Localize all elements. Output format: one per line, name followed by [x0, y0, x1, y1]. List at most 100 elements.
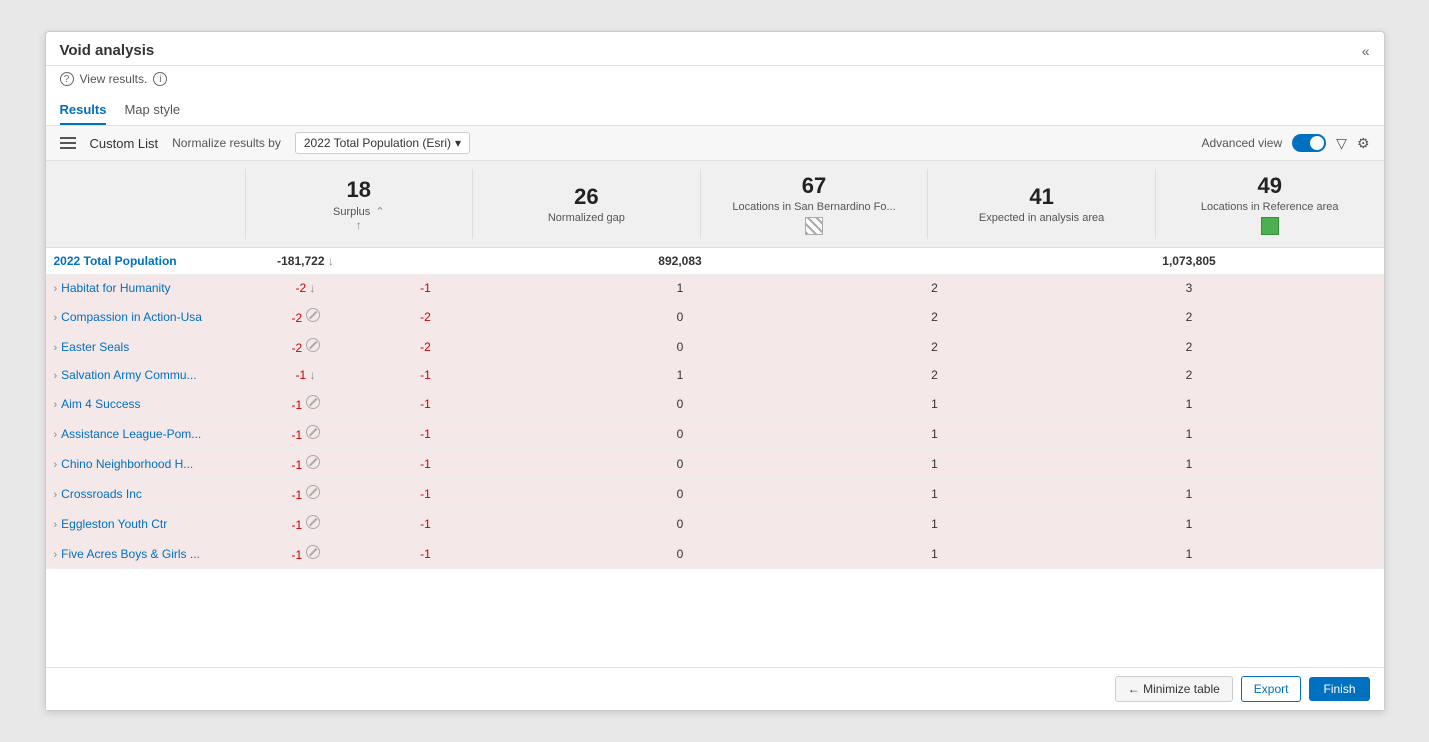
row-expected: 1 [875, 541, 995, 567]
row-norm-gap: -1 [366, 362, 486, 388]
gear-icon[interactable]: ⚙ [1357, 135, 1370, 152]
row-loc-sb: 0 [486, 391, 875, 417]
toolbar-left: Custom List Normalize results by 2022 To… [60, 132, 471, 154]
table-row: ›Aim 4 Success -1 -1 0 1 1 [46, 389, 1384, 419]
export-button[interactable]: Export [1241, 676, 1302, 702]
null-icon [306, 455, 320, 469]
row-name[interactable]: ›Compassion in Action-Usa [46, 304, 246, 330]
view-results-info-icon[interactable]: ? [60, 72, 74, 86]
null-icon [306, 395, 320, 409]
row-name[interactable]: ›Crossroads Inc [46, 481, 246, 507]
table-row: ›Chino Neighborhood H... -1 -1 0 1 1 [46, 449, 1384, 479]
tab-results[interactable]: Results [60, 98, 107, 125]
row-loc-sb: 0 [486, 334, 875, 360]
expand-icon[interactable]: › [54, 489, 58, 501]
hatch-pattern-icon [805, 217, 823, 235]
row-norm-gap: -2 [366, 304, 486, 330]
row-name[interactable]: ›Chino Neighborhood H... [46, 451, 246, 477]
null-icon [306, 308, 320, 322]
row-loc-ref: 1 [995, 451, 1384, 477]
row-loc-ref: 3 [995, 275, 1384, 301]
total-row: 2022 Total Population -181,722 ↓ 892,083… [46, 248, 1384, 275]
advanced-view-toggle[interactable] [1292, 134, 1326, 152]
view-results-label: View results. [80, 72, 148, 86]
expand-icon[interactable]: › [54, 312, 58, 324]
chevron-down-icon: ▾ [455, 136, 461, 150]
row-surplus: -1 [246, 389, 366, 418]
null-icon [306, 515, 320, 529]
expand-icon[interactable]: › [54, 399, 58, 411]
row-name[interactable]: ›Aim 4 Success [46, 391, 246, 417]
total-row-name: 2022 Total Population [46, 248, 246, 274]
row-expected: 1 [875, 391, 995, 417]
surplus-number: 18 [347, 177, 371, 203]
normalized-gap-label: Normalized gap [548, 212, 625, 224]
row-expected: 2 [875, 362, 995, 388]
finish-button[interactable]: Finish [1309, 677, 1369, 701]
row-norm-gap: -1 [366, 275, 486, 301]
expected-label: Expected in analysis area [979, 212, 1104, 224]
down-arrow-icon: ↓ [310, 368, 316, 382]
null-icon [306, 338, 320, 352]
expand-icon[interactable]: › [54, 549, 58, 561]
row-norm-gap: -1 [366, 511, 486, 537]
row-loc-ref: 1 [995, 391, 1384, 417]
row-norm-gap: -1 [366, 541, 486, 567]
total-row-locations-ref: 1,073,805 [995, 248, 1384, 274]
toolbar-right: Advanced view ▽ ⚙ [1201, 134, 1369, 152]
row-loc-sb: 0 [486, 304, 875, 330]
list-icon[interactable] [60, 137, 76, 149]
row-surplus: -1 [246, 419, 366, 448]
summary-expected-cell: 41 Expected in analysis area [928, 169, 1156, 239]
expand-icon[interactable]: › [54, 283, 58, 295]
expand-icon[interactable]: › [54, 519, 58, 531]
row-loc-sb: 1 [486, 275, 875, 301]
row-surplus: -1 ↓ [246, 362, 366, 388]
total-row-norm-gap [366, 255, 486, 267]
tab-map-style[interactable]: Map style [124, 98, 180, 125]
row-loc-sb: 1 [486, 362, 875, 388]
row-name[interactable]: ›Habitat for Humanity [46, 275, 246, 301]
surplus-label: Surplus ⌃ [333, 205, 385, 218]
total-surplus-arrow-icon: ↓ [328, 254, 334, 268]
normalize-value: 2022 Total Population (Esri) [304, 136, 451, 150]
filter-icon[interactable]: ▽ [1336, 135, 1347, 152]
total-row-surplus: -181,722 ↓ [246, 248, 366, 274]
row-norm-gap: -1 [366, 391, 486, 417]
info-icon[interactable]: i [153, 72, 167, 86]
row-expected: 2 [875, 275, 995, 301]
table-row: ›Habitat for Humanity -2 ↓ -1 1 2 3 [46, 275, 1384, 302]
table-row: ›Eggleston Youth Ctr -1 -1 0 1 1 [46, 509, 1384, 539]
row-surplus: -1 [246, 509, 366, 538]
normalize-select[interactable]: 2022 Total Population (Esri) ▾ [295, 132, 470, 154]
row-expected: 2 [875, 334, 995, 360]
row-surplus: -1 [246, 539, 366, 568]
row-loc-ref: 2 [995, 362, 1384, 388]
row-name[interactable]: ›Easter Seals [46, 334, 246, 360]
row-expected: 1 [875, 451, 995, 477]
minimize-table-button[interactable]: ← Minimize table [1115, 676, 1233, 702]
table-row: ›Compassion in Action-Usa -2 -2 0 2 2 [46, 302, 1384, 332]
row-surplus: -1 [246, 479, 366, 508]
row-name[interactable]: ›Eggleston Youth Ctr [46, 511, 246, 537]
expand-icon[interactable]: › [54, 459, 58, 471]
collapse-button[interactable]: « [1362, 43, 1370, 59]
null-icon [306, 485, 320, 499]
expand-icon[interactable]: › [54, 342, 58, 354]
surplus-up-arrow-icon: ↑ [356, 218, 362, 232]
row-name[interactable]: ›Assistance League-Pom... [46, 421, 246, 447]
row-name[interactable]: ›Salvation Army Commu... [46, 362, 246, 388]
expected-number: 41 [1029, 184, 1053, 210]
expand-icon[interactable]: › [54, 429, 58, 441]
tabs-row: Results Map style [46, 92, 1384, 126]
expand-icon[interactable]: › [54, 370, 58, 382]
surplus-sort-icon[interactable]: ⌃ [375, 205, 384, 218]
row-surplus: -2 [246, 332, 366, 361]
summary-locations-ref-cell: 49 Locations in Reference area [1156, 169, 1384, 239]
void-analysis-panel: Void analysis « ? View results. i Result… [45, 31, 1385, 711]
table-row: ›Assistance League-Pom... -1 -1 0 1 1 [46, 419, 1384, 449]
null-icon [306, 545, 320, 559]
total-row-expected [875, 255, 995, 267]
summary-locations-sb-cell: 67 Locations in San Bernardino Fo... [701, 169, 929, 239]
row-name[interactable]: ›Five Acres Boys & Girls ... [46, 541, 246, 567]
